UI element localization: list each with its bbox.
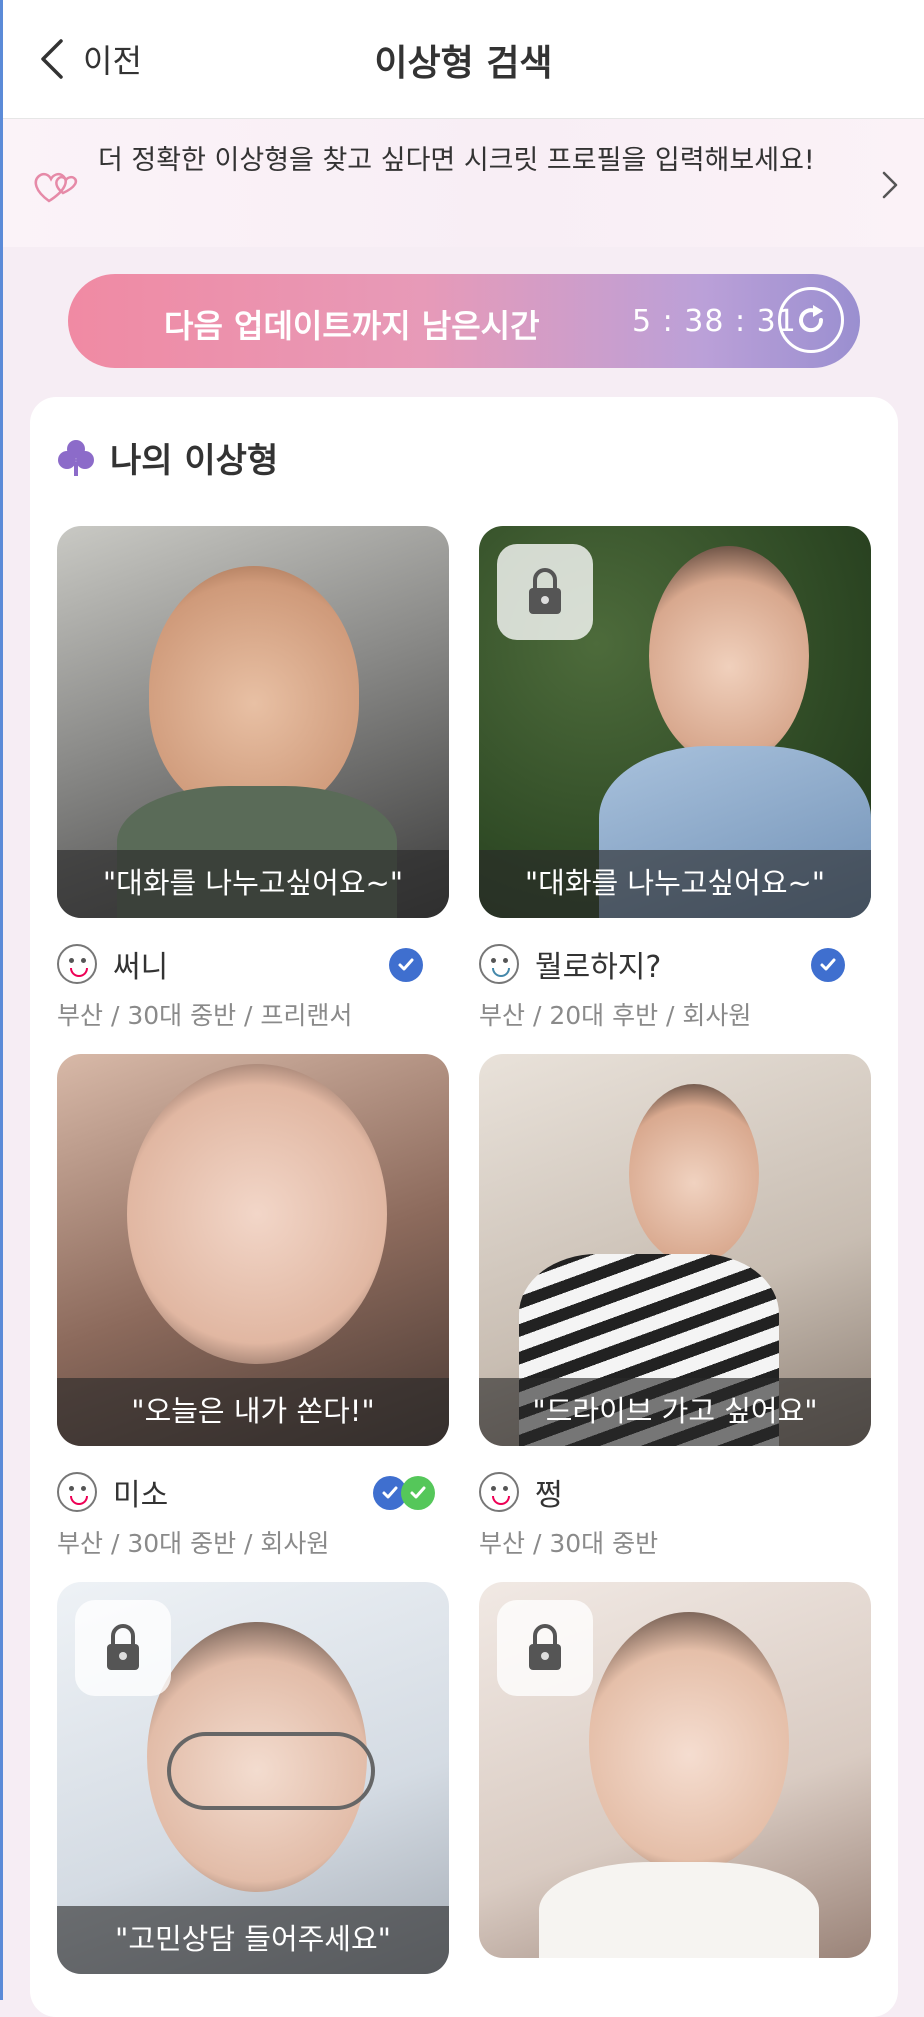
profile-meta: 부산 / 30대 중반 / 회사원 <box>57 1529 330 1558</box>
profile-meta: 부산 / 30대 중반 <box>479 1529 659 1558</box>
header: 이전 이상형 검색 <box>3 0 924 119</box>
section-title: 나의 이상형 <box>110 441 279 481</box>
verified-badge-icon <box>811 948 845 982</box>
profile-photo[interactable]: "고민상담 들어주세요" <box>57 1582 449 1974</box>
lock-badge <box>497 544 593 640</box>
profile-photo[interactable]: "대화를 나누고싶어요~" <box>479 526 871 918</box>
profile-name: 써니 <box>113 950 169 985</box>
profile-card[interactable]: "대화를 나누고싶어요~" 뭘로하지? 부산 / 20대 후반 / 회사원 <box>479 526 871 1032</box>
ideal-type-card: 나의 이상형 "대화를 나누고싶어요~" 써니 부산 / 30대 중반 / 프리… <box>30 397 898 2017</box>
profile-card[interactable]: "오늘은 내가 쏜다!" 미소 부산 / 30대 중반 / 회사원 <box>57 1054 449 1560</box>
profile-photo[interactable]: "드라이브 가고 싶어요" <box>479 1054 871 1446</box>
profile-quote: "대화를 나누고싶어요~" <box>479 850 871 918</box>
profile-card[interactable]: "대화를 나누고싶어요~" 써니 부산 / 30대 중반 / 프리랜서 <box>57 526 449 1032</box>
hearts-icon <box>34 172 78 203</box>
refresh-icon <box>799 305 824 333</box>
update-timer: 다음 업데이트까지 남은시간 5 : 38 : 31 <box>68 274 860 368</box>
emoji-icon <box>57 944 97 984</box>
clover-icon <box>58 439 94 476</box>
profile-meta: 부산 / 20대 후반 / 회사원 <box>479 1001 752 1030</box>
lock-icon <box>107 1624 139 1670</box>
emoji-icon <box>57 1472 97 1512</box>
verified-badge-green-icon <box>401 1476 435 1510</box>
profile-photo[interactable]: "오늘은 내가 쏜다!" <box>57 1054 449 1446</box>
emoji-icon <box>479 1472 519 1512</box>
page-title: 이상형 검색 <box>374 43 553 84</box>
profile-name: 쩡 <box>535 1478 563 1513</box>
profile-photo[interactable] <box>479 1582 871 1958</box>
profile-name: 뭘로하지? <box>535 950 662 985</box>
profile-quote: "대화를 나누고싶어요~" <box>57 850 449 918</box>
window-edge <box>0 0 3 2000</box>
emoji-icon <box>479 944 519 984</box>
lock-icon <box>529 1624 561 1670</box>
profile-meta: 부산 / 30대 중반 / 프리랜서 <box>57 1001 353 1030</box>
profile-quote: "드라이브 가고 싶어요" <box>479 1378 871 1446</box>
profile-name: 미소 <box>113 1478 169 1513</box>
chevron-right-icon <box>882 171 898 199</box>
banner-text: 더 정확한 이상형을 찾고 싶다면 시크릿 프로필을 입력해보세요! <box>98 145 815 176</box>
profile-card[interactable]: "드라이브 가고 싶어요" 쩡 부산 / 30대 중반 <box>479 1054 871 1560</box>
lock-badge <box>497 1600 593 1696</box>
lock-icon <box>529 568 561 614</box>
verified-badge-icon <box>389 948 423 982</box>
secret-profile-banner[interactable]: 더 정확한 이상형을 찾고 싶다면 시크릿 프로필을 입력해보세요! <box>3 119 924 247</box>
lock-badge <box>75 1600 171 1696</box>
timer-label: 다음 업데이트까지 남은시간 <box>164 307 540 345</box>
profile-quote: "오늘은 내가 쏜다!" <box>57 1378 449 1446</box>
profile-card[interactable]: "고민상담 들어주세요" <box>57 1582 449 1974</box>
profile-card[interactable] <box>479 1582 871 1958</box>
timer-value: 5 : 38 : 31 <box>632 304 797 339</box>
section-header: 나의 이상형 <box>56 433 278 482</box>
profile-quote: "고민상담 들어주세요" <box>57 1906 449 1974</box>
refresh-button[interactable] <box>778 287 844 353</box>
profile-photo[interactable]: "대화를 나누고싶어요~" <box>57 526 449 918</box>
